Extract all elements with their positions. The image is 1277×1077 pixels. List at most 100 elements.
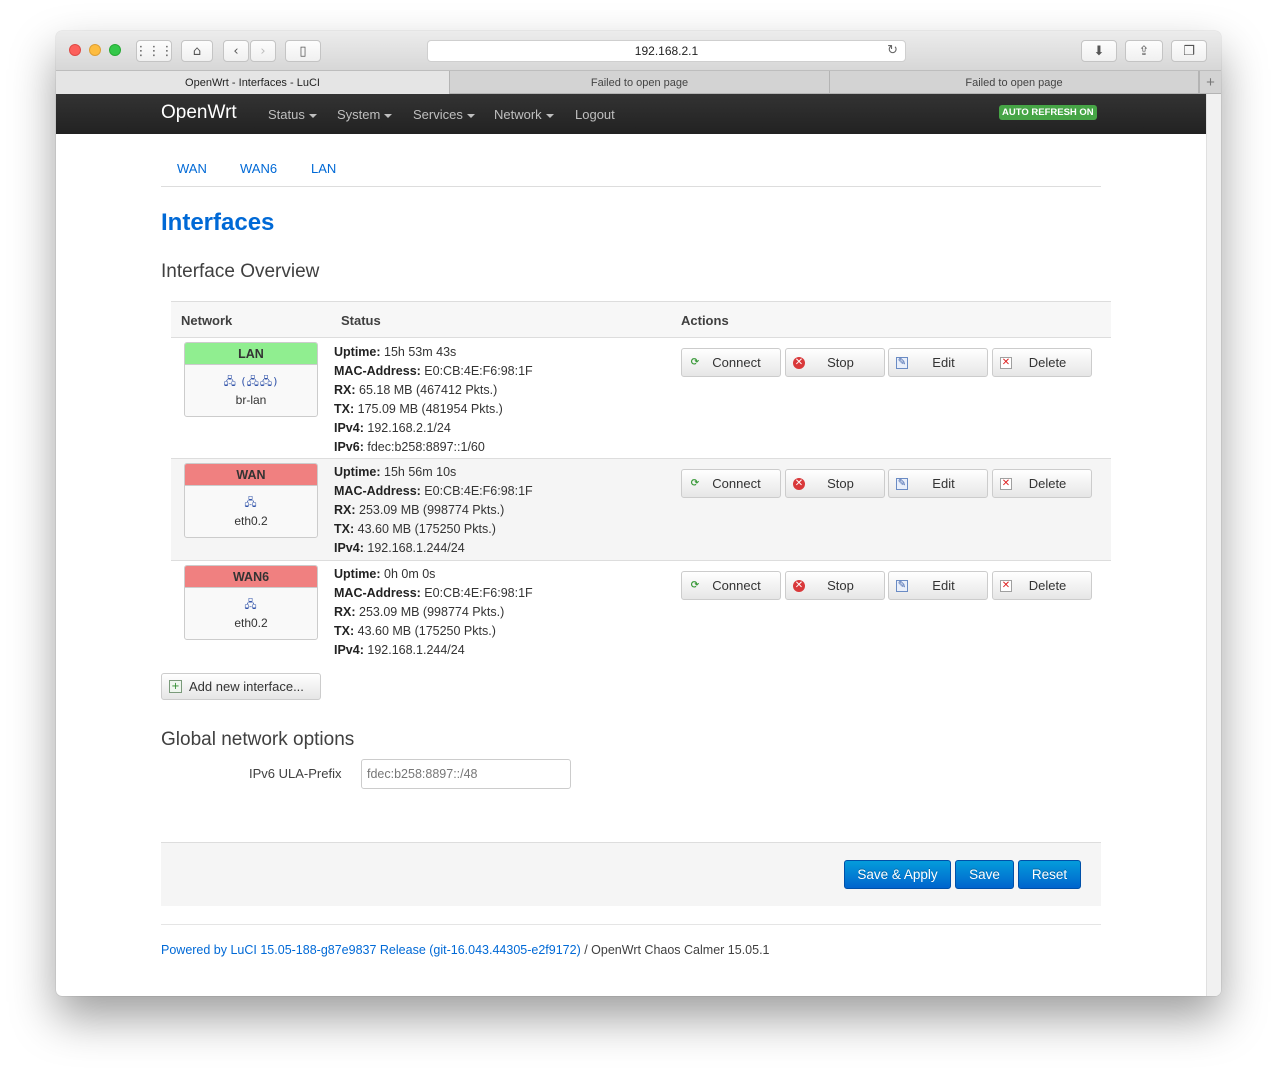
minimize-window-button[interactable] <box>89 44 101 56</box>
menu-system[interactable]: System <box>337 107 393 122</box>
tab-label: Failed to open page <box>590 76 689 89</box>
ethernet-port-icon: 🖧 <box>244 598 258 611</box>
new-tab-button[interactable]: + <box>1199 71 1221 94</box>
button-label: Stop <box>827 355 854 370</box>
save-button[interactable]: Save <box>955 860 1014 889</box>
interface-badge-wan6[interactable]: WAN6 🖧 eth0.2 <box>184 565 318 640</box>
tabs-overview-icon[interactable]: ❐ <box>1171 40 1207 62</box>
interface-badge-wan[interactable]: WAN 🖧 eth0.2 <box>184 463 318 538</box>
button-label: Add new interface... <box>189 679 304 694</box>
luci-link[interactable]: Powered by LuCI 15.05-188-g87e9837 Relea… <box>161 943 581 957</box>
button-label: Edit <box>932 355 955 370</box>
status-line: TX: 43.60 MB (175250 Pkts.) <box>334 522 496 536</box>
delete-button[interactable]: ✕ Delete <box>992 348 1092 377</box>
status-line: IPv4: 192.168.1.244/24 <box>334 643 465 657</box>
title-bar: ⋮⋮⋮ ⌂ ‹ › ▯ 192.168.2.1 ↻ ⬇ ⇪ ❐ <box>56 31 1221 71</box>
edit-icon: ✎ <box>896 579 908 592</box>
interface-status: Uptime: 0h 0m 0s MAC-Address: E0:CB:4E:F… <box>334 565 533 660</box>
add-interface-button[interactable]: + Add new interface... <box>161 673 321 700</box>
interface-status: Uptime: 15h 56m 10s MAC-Address: E0:CB:4… <box>334 463 533 558</box>
zoom-window-button[interactable] <box>109 44 121 56</box>
menu-label: Network <box>494 107 542 122</box>
status-line: MAC-Address: E0:CB:4E:F6:98:1F <box>334 484 533 498</box>
apps-grid-icon[interactable]: ⋮⋮⋮ <box>135 40 174 62</box>
ula-prefix-input[interactable] <box>361 759 571 789</box>
tab-failed-2[interactable]: Failed to open page <box>830 71 1199 94</box>
add-icon: + <box>169 680 182 693</box>
header-actions: Actions <box>681 313 729 328</box>
button-label: Stop <box>827 578 854 593</box>
ethernet-bridge-icon: 🖧 (🖧🖧) <box>223 375 279 388</box>
tab-interfaces[interactable]: OpenWrt - Interfaces - LuCI <box>56 71 450 94</box>
auto-refresh-badge[interactable]: AUTO REFRESH ON <box>999 105 1097 120</box>
edit-button[interactable]: ✎ Edit <box>888 469 988 498</box>
header-network: Network <box>181 313 233 328</box>
subtab-wan[interactable]: WAN <box>177 161 207 176</box>
table-row: WAN6 🖧 eth0.2 Uptime: 0h 0m 0s MAC-Addre… <box>171 561 1111 661</box>
close-window-button[interactable] <box>69 44 81 56</box>
connect-button[interactable]: ⟳ Connect <box>681 348 781 377</box>
button-label: Delete <box>1028 355 1067 370</box>
menu-network[interactable]: Network <box>494 107 554 122</box>
sidebar-icon[interactable]: ▯ <box>285 40 321 62</box>
reload-icon[interactable]: ↻ <box>887 43 898 58</box>
reconnect-icon: ⟳ <box>690 580 700 591</box>
menu-label: Services <box>413 107 463 122</box>
share-icon[interactable]: ⇪ <box>1125 40 1163 62</box>
menu-label: System <box>337 107 381 122</box>
back-icon[interactable]: ‹ <box>223 40 249 62</box>
interface-status: Uptime: 15h 53m 43s MAC-Address: E0:CB:4… <box>334 343 533 457</box>
status-line: IPv4: 192.168.1.244/24 <box>334 541 465 555</box>
tab-bar: OpenWrt - Interfaces - LuCI Failed to op… <box>56 71 1221 94</box>
status-line: IPv4: 192.168.2.1/24 <box>334 421 451 435</box>
stop-button[interactable]: ✕ Stop <box>785 469 885 498</box>
tab-failed-1[interactable]: Failed to open page <box>450 71 830 94</box>
menu-services[interactable]: Services <box>413 107 475 122</box>
brand-logo[interactable]: OpenWrt <box>161 102 237 124</box>
button-label: Delete <box>1028 578 1067 593</box>
interface-badge-lan[interactable]: LAN 🖧 (🖧🖧) br-lan <box>184 342 318 417</box>
overview-heading: Interface Overview <box>161 261 320 282</box>
scrollbar[interactable] <box>1206 94 1221 996</box>
button-label: Edit <box>932 476 955 491</box>
top-navbar: OpenWrt Status System Services Network L… <box>56 94 1206 134</box>
tab-label: Failed to open page <box>965 76 1063 89</box>
form-actions: Save & Apply Save Reset <box>161 842 1101 906</box>
button-label: Connect <box>712 578 761 593</box>
status-line: TX: 175.09 MB (481954 Pkts.) <box>334 402 503 416</box>
header-status: Status <box>341 313 381 328</box>
table-row: WAN 🖧 eth0.2 Uptime: 15h 56m 10s MAC-Add… <box>171 459 1111 561</box>
stop-button[interactable]: ✕ Stop <box>785 348 885 377</box>
table-header: Network Status Actions <box>171 301 1111 338</box>
delete-button[interactable]: ✕ Delete <box>992 469 1092 498</box>
stop-button[interactable]: ✕ Stop <box>785 571 885 600</box>
edit-icon: ✎ <box>896 356 908 369</box>
interface-device: eth0.2 <box>234 616 268 630</box>
caret-down-icon <box>466 113 475 118</box>
footer-version: / OpenWrt Chaos Calmer 15.05.1 <box>580 943 770 957</box>
delete-icon: ✕ <box>1000 579 1012 592</box>
subtab-wan6[interactable]: WAN6 <box>240 161 277 176</box>
browser-window: ⋮⋮⋮ ⌂ ‹ › ▯ 192.168.2.1 ↻ ⬇ ⇪ ❐ OpenWrt … <box>56 31 1221 996</box>
menu-status[interactable]: Status <box>268 107 317 122</box>
status-line: RX: 65.18 MB (467412 Pkts.) <box>334 383 498 397</box>
home-icon[interactable]: ⌂ <box>181 40 213 62</box>
connect-button[interactable]: ⟳ Connect <box>681 469 781 498</box>
downloads-icon[interactable]: ⬇ <box>1081 40 1117 62</box>
address-bar[interactable]: 192.168.2.1 ↻ <box>427 40 906 62</box>
button-label: Delete <box>1028 476 1067 491</box>
status-line: TX: 43.60 MB (175250 Pkts.) <box>334 624 496 638</box>
subtab-lan[interactable]: LAN <box>311 161 336 176</box>
delete-button[interactable]: ✕ Delete <box>992 571 1092 600</box>
menu-logout[interactable]: Logout <box>575 107 615 122</box>
connect-button[interactable]: ⟳ Connect <box>681 571 781 600</box>
edit-button[interactable]: ✎ Edit <box>888 571 988 600</box>
button-label: Edit <box>932 578 955 593</box>
url-text: 192.168.2.1 <box>634 44 699 58</box>
delete-icon: ✕ <box>1000 356 1012 369</box>
forward-icon[interactable]: › <box>250 40 276 62</box>
status-line: Uptime: 0h 0m 0s <box>334 567 436 581</box>
edit-button[interactable]: ✎ Edit <box>888 348 988 377</box>
save-apply-button[interactable]: Save & Apply <box>844 860 951 889</box>
reset-button[interactable]: Reset <box>1018 860 1081 889</box>
